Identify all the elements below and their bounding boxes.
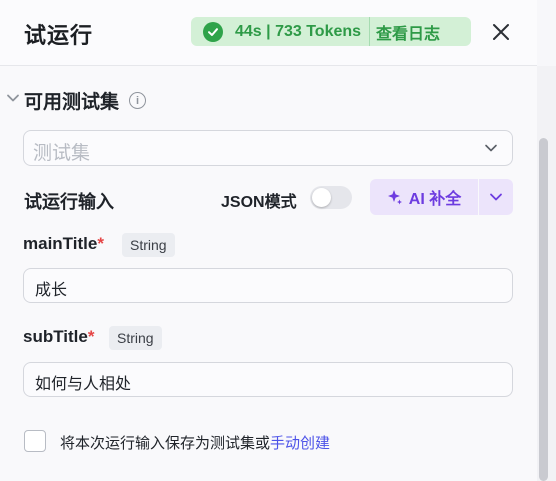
test-set-select[interactable]: 测试集 bbox=[23, 130, 513, 166]
run-duration-tokens: 44s | 733 Tokens bbox=[235, 22, 362, 40]
chevron-down-icon bbox=[6, 91, 20, 110]
scrollbar-thumb[interactable] bbox=[539, 138, 548, 481]
type-tag: String bbox=[109, 326, 162, 350]
json-mode-toggle[interactable] bbox=[310, 186, 352, 209]
panel-header: 试运行 44s | 733 Tokens 查看日志 bbox=[0, 0, 537, 66]
type-tag: String bbox=[122, 233, 175, 257]
chevron-down-icon bbox=[484, 141, 498, 160]
test-run-panel: 试运行 44s | 733 Tokens 查看日志 可用测试集 i 测试集 试运… bbox=[0, 0, 537, 481]
panel-title: 试运行 bbox=[24, 23, 94, 48]
ai-complete-dropdown-button[interactable] bbox=[479, 179, 513, 215]
run-status-badge: 44s | 733 Tokens 查看日志 bbox=[191, 17, 471, 46]
json-mode-label: JSON模式 bbox=[221, 194, 297, 211]
field-label-maintitle: mainTitle* bbox=[23, 234, 104, 254]
ai-complete-label: AI 补全 bbox=[408, 191, 462, 208]
run-input-label: 试运行输入 bbox=[24, 192, 114, 212]
save-text: 将本次运行输入保存为测试集或 bbox=[60, 435, 271, 452]
test-set-placeholder: 测试集 bbox=[33, 143, 91, 164]
subtitle-input[interactable]: 如何与人相处 bbox=[23, 362, 513, 397]
maintitle-input[interactable]: 成长 bbox=[23, 268, 513, 303]
required-mark: * bbox=[97, 234, 104, 253]
manual-create-link[interactable]: 手动创建 bbox=[270, 435, 330, 452]
save-as-test-set-text: 将本次运行输入保存为测试集或手动创建 bbox=[60, 432, 330, 453]
test-set-section-toggle[interactable]: 可用测试集 i bbox=[6, 87, 147, 114]
save-as-test-set-checkbox[interactable] bbox=[24, 430, 46, 452]
field-label-subtitle: subTitle* bbox=[23, 327, 95, 347]
close-icon[interactable] bbox=[490, 21, 512, 43]
field-name: mainTitle bbox=[23, 234, 98, 253]
test-set-section-label: 可用测试集 bbox=[24, 92, 120, 113]
toggle-knob bbox=[312, 188, 331, 207]
field-name: subTitle bbox=[23, 327, 88, 346]
required-mark: * bbox=[87, 327, 95, 346]
chevron-down-icon bbox=[490, 193, 502, 201]
view-log-link[interactable]: 查看日志 bbox=[370, 20, 454, 44]
info-icon[interactable]: i bbox=[129, 92, 147, 109]
ai-complete-button[interactable]: AI 补全 bbox=[370, 179, 478, 215]
sparkle-icon bbox=[387, 190, 402, 205]
success-check-icon bbox=[203, 21, 223, 42]
